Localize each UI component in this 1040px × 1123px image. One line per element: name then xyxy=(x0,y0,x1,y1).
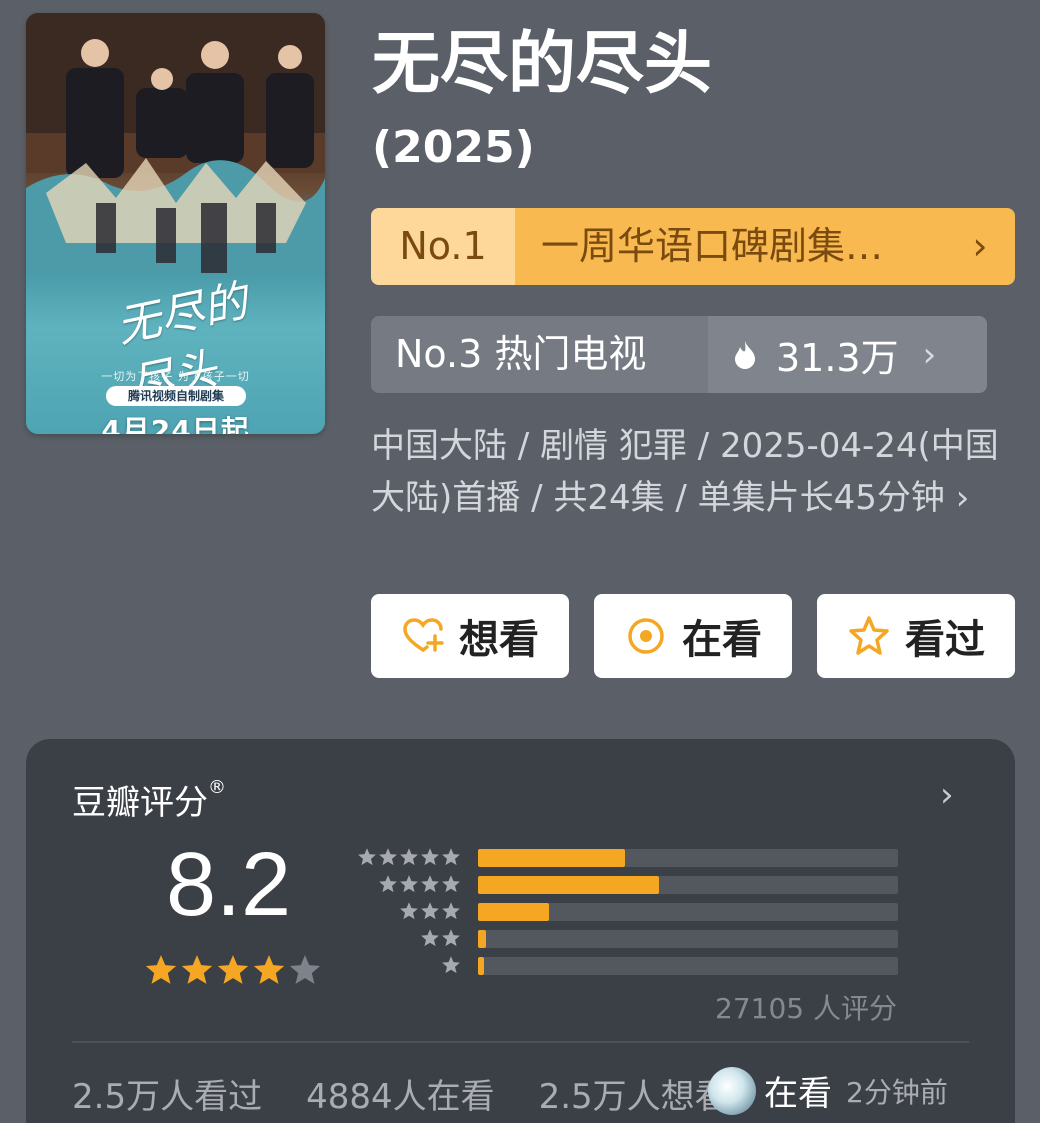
floating-avatar xyxy=(708,1066,756,1115)
star-small-icon xyxy=(379,848,397,866)
poster-tagline: 一切为了孩子 为了孩子一切 xyxy=(101,370,250,383)
movie-detail-page: 无尽的尽头 一切为了孩子 为了孩子一切 腾讯视频自制剧集 4月24日起 无尽的尽… xyxy=(0,0,1040,1123)
watched-button[interactable]: 看过 xyxy=(817,594,1015,678)
star-filled-icon xyxy=(181,955,213,984)
distribution-stars xyxy=(398,901,461,921)
distribution-row xyxy=(356,899,901,926)
distribution-row xyxy=(356,845,901,872)
distribution-row xyxy=(356,926,901,953)
weekly-rank-banner[interactable]: No.1 一周华语口碑剧集… › xyxy=(371,208,1015,285)
poster-calligraphy: 无尽的尽头 xyxy=(112,275,252,412)
star-small-icon xyxy=(421,902,439,920)
rating-card-title: 豆瓣评分® xyxy=(72,777,226,823)
distribution-track xyxy=(478,930,898,948)
divider xyxy=(72,1041,969,1043)
star-filled-icon xyxy=(253,955,285,984)
star-outline-icon xyxy=(849,616,889,655)
star-small-icon xyxy=(442,875,460,893)
star-filled-icon xyxy=(217,955,249,984)
distribution-row xyxy=(356,872,901,899)
distribution-track xyxy=(478,876,898,894)
want-count[interactable]: 2.5万人想看 xyxy=(539,1069,729,1118)
distribution-bar xyxy=(478,849,625,867)
floating-time: 2分钟前 xyxy=(846,1075,948,1109)
hot-value: 31.3万 xyxy=(776,336,899,380)
chevron-right-icon: › xyxy=(940,775,954,815)
distribution-stars xyxy=(377,874,461,894)
floating-watching-toast[interactable]: 在看 2分钟前 xyxy=(708,1066,948,1115)
rating-score: 8.2 xyxy=(166,835,292,935)
star-small-icon xyxy=(421,929,439,947)
distribution-bar xyxy=(478,957,485,975)
action-buttons: 想看 在看 看过 xyxy=(371,594,1015,678)
watching-button[interactable]: 在看 xyxy=(594,594,792,678)
page-title: 无尽的尽头 xyxy=(372,25,713,104)
hot-value-box[interactable]: 31.3万 › xyxy=(708,316,987,393)
distribution-track xyxy=(478,849,898,867)
target-icon xyxy=(628,618,664,654)
distribution-bar xyxy=(478,876,659,894)
want-to-watch-label: 想看 xyxy=(459,617,539,663)
release-year: (2025) xyxy=(372,122,535,173)
distribution-bar xyxy=(478,930,487,948)
distribution-stars xyxy=(356,847,461,867)
distribution-bar xyxy=(478,903,550,921)
watched-count[interactable]: 2.5万人看过 xyxy=(72,1069,262,1118)
star-small-icon xyxy=(379,875,397,893)
star-small-icon xyxy=(421,875,439,893)
star-small-icon xyxy=(442,902,460,920)
star-small-icon xyxy=(442,956,460,974)
chevron-right-icon: › xyxy=(922,334,937,375)
meta-info[interactable]: 中国大陆 / 剧情 犯罪 / 2025-04-24(中国大陆)首播 / 共24集… xyxy=(371,420,1001,524)
star-small-icon xyxy=(358,848,376,866)
poster-date: 4月24日起 xyxy=(101,414,250,434)
star-empty-icon xyxy=(289,955,321,984)
chevron-right-icon: › xyxy=(972,224,988,268)
star-small-icon xyxy=(442,929,460,947)
watching-count[interactable]: 4884人在看 xyxy=(306,1069,495,1118)
star-small-icon xyxy=(442,848,460,866)
distribution-stars xyxy=(419,928,461,948)
hot-tv-rank-label: No.3 热门电视 xyxy=(395,332,647,376)
star-small-icon xyxy=(400,848,418,866)
weekly-rank-number: No.1 xyxy=(371,208,515,285)
distribution-stars xyxy=(440,955,461,975)
flame-icon xyxy=(735,340,755,369)
distribution-track xyxy=(478,903,898,921)
heart-plus-icon xyxy=(403,618,444,652)
floating-label: 在看 xyxy=(764,1074,832,1114)
want-to-watch-button[interactable]: 想看 xyxy=(371,594,569,678)
distribution-track xyxy=(478,957,898,975)
watching-label: 在看 xyxy=(682,617,762,663)
hot-tv-rank-banner[interactable]: No.3 热门电视 31.3万 › xyxy=(371,316,987,393)
rating-distribution xyxy=(356,845,901,980)
poster-figures xyxy=(26,13,325,273)
star-filled-icon xyxy=(145,955,177,984)
rater-count: 27105 人评分 xyxy=(715,992,897,1025)
star-small-icon xyxy=(400,875,418,893)
star-small-icon xyxy=(400,902,418,920)
distribution-row xyxy=(356,953,901,980)
weekly-rank-label: 一周华语口碑剧集… xyxy=(541,224,884,268)
star-small-icon xyxy=(421,848,439,866)
rating-stars xyxy=(144,953,324,987)
watched-label: 看过 xyxy=(905,617,985,663)
poster-image[interactable]: 无尽的尽头 一切为了孩子 为了孩子一切 腾讯视频自制剧集 4月24日起 xyxy=(26,13,325,434)
poster-brand: 腾讯视频自制剧集 xyxy=(106,386,246,406)
